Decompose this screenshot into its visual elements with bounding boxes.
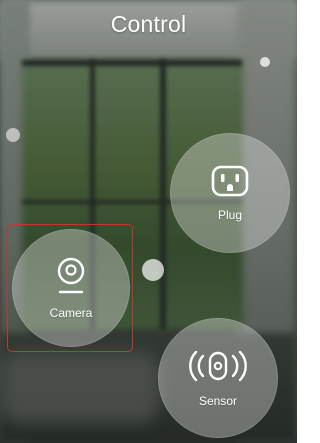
sensor-icon xyxy=(187,348,249,384)
camera-icon xyxy=(54,256,88,296)
decorative-dot xyxy=(260,57,270,67)
plug-label: Plug xyxy=(217,208,243,222)
sensor-label: Sensor xyxy=(198,394,238,408)
plug-device-button[interactable]: Plug xyxy=(170,133,290,253)
camera-label: Camera xyxy=(49,306,93,320)
sensor-device-button[interactable]: Sensor xyxy=(158,318,278,438)
decorative-dot xyxy=(6,128,20,142)
plug-icon xyxy=(210,164,250,198)
page-title: Control xyxy=(110,11,187,37)
control-screen: Control Plug Camera Sensor xyxy=(0,0,297,443)
decorative-dot xyxy=(142,259,164,281)
camera-device-button[interactable]: Camera xyxy=(12,229,130,347)
